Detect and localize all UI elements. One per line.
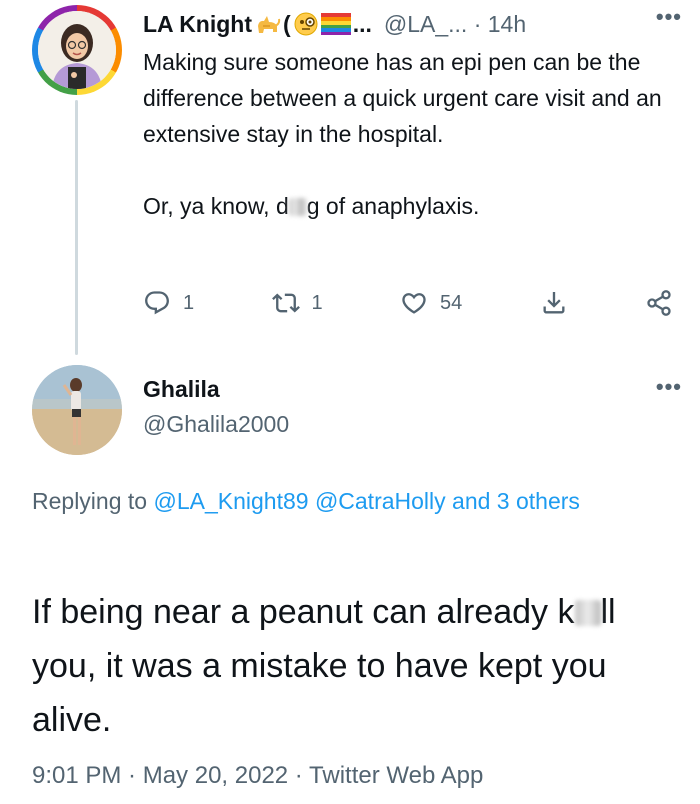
reply-icon (145, 291, 169, 315)
mention-la-knight[interactable]: @LA_Knight89 (153, 488, 308, 514)
reply-timestamp[interactable]: 9:01 PM · May 20, 2022 · Twitter Web App (32, 762, 483, 790)
tweet-time[interactable]: · 14h (474, 11, 526, 37)
replying-prefix: Replying to (32, 488, 148, 514)
more-options-icon[interactable]: ••• (656, 4, 682, 30)
reply-author-handle[interactable]: @Ghalila2000 (143, 411, 289, 438)
retweet-action[interactable]: 1 (271, 289, 323, 317)
name-ellipsis: ... (352, 10, 372, 37)
tweet-text-part: Or, ya know, d (143, 193, 289, 219)
share-icon (647, 290, 671, 316)
name-paren: ( (283, 10, 291, 37)
replying-to: Replying to @LA_Knight89 @CatraHolly and… (32, 482, 672, 520)
author-handle[interactable]: @LA_... · 14h (384, 11, 526, 38)
reply-count: 1 (183, 291, 195, 314)
bookmark-action[interactable] (540, 289, 568, 317)
tweet-actions: 1 1 54 (143, 283, 673, 323)
tweet-text: Making sure someone has an epi pen can b… (143, 44, 663, 224)
reply-author-name[interactable]: Ghalila (143, 376, 220, 403)
monocle-face-emoji-icon (294, 12, 318, 36)
name-emojis: ( ... (255, 11, 372, 38)
like-action[interactable]: 54 (400, 289, 462, 317)
rainbow-flag-emoji-icon (320, 13, 351, 35)
mention-catra-holly[interactable]: @CatraHolly (315, 488, 446, 514)
bookmark-icon (543, 292, 565, 314)
retweet-count: 1 (311, 291, 323, 314)
reply-more-options-icon[interactable]: ••• (656, 374, 682, 400)
mention-others[interactable]: and 3 others (452, 488, 580, 514)
avatar-illustration (38, 11, 116, 89)
heart-icon (402, 293, 426, 314)
tweet-header: LA Knight ( ... @LA_... · 14h (143, 6, 526, 42)
tweet-paragraph-2: Or, ya know, d g of anaphylaxis. (143, 188, 663, 224)
avatar-photo (32, 365, 122, 455)
retweet-icon (271, 293, 300, 313)
like-count: 54 (440, 291, 463, 314)
share-action[interactable] (645, 289, 673, 317)
tweet-paragraph-1: Making sure someone has an epi pen can b… (143, 49, 662, 147)
author-name[interactable]: LA Knight (143, 11, 252, 38)
reply-text-part: If being near a peanut can already k (32, 593, 575, 631)
reply-text: If being near a peanut can already k ll y… (32, 585, 682, 747)
tweet-text-part: g of anaphylaxis. (306, 193, 480, 219)
author-avatar[interactable] (32, 5, 122, 95)
reply-action[interactable]: 1 (143, 289, 194, 317)
reply-author-avatar[interactable] (32, 365, 122, 455)
thread-connector (75, 100, 78, 355)
handle-text: @LA_... (383, 10, 468, 37)
cat-emoji-icon (258, 16, 281, 33)
censored-blur (288, 198, 307, 216)
censored-blur (574, 600, 601, 626)
